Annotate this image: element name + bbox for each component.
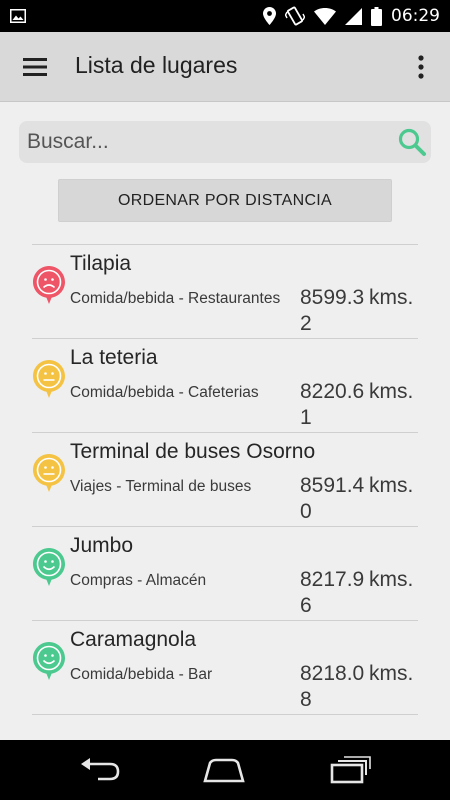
place-distance: 8218.08 (300, 662, 365, 711)
place-name: Terminal de buses Osorno (70, 440, 316, 463)
sort-by-distance-button[interactable]: ORDENAR POR DISTANCIA (58, 179, 392, 222)
hamburger-menu-icon[interactable] (22, 54, 48, 80)
place-row[interactable]: La teteria Comida/bebida - Cafeterias 82… (32, 339, 418, 433)
place-distance: 8591.40 (300, 474, 365, 523)
place-category: Comida/bebida - Cafeterias (70, 384, 259, 401)
page-title: Lista de lugares (75, 52, 238, 78)
vibrate-icon (285, 6, 305, 26)
status-bar: 06:29 (0, 0, 450, 32)
place-row[interactable]: Terminal de buses Osorno Viajes - Termin… (32, 433, 418, 527)
place-category: Compras - Almacén (70, 572, 207, 589)
distance-unit: kms. (369, 474, 414, 497)
location-icon (263, 7, 276, 25)
distance-unit: kms. (369, 662, 414, 685)
search-input[interactable] (19, 121, 389, 163)
place-distance: 8599.32 (300, 286, 365, 335)
place-category: Comida/bebida - Restaurantes (70, 290, 281, 307)
place-row[interactable]: Caramagnola Comida/bebida - Bar 8218.08 … (32, 621, 418, 715)
image-notification-icon (10, 9, 26, 23)
places-list[interactable]: Tilapia Comida/bebida - Restaurantes 859… (32, 244, 418, 740)
distance-unit: kms. (369, 380, 414, 403)
neutral-face-pin-icon (33, 360, 65, 398)
place-row[interactable]: Tilapia Comida/bebida - Restaurantes 859… (32, 245, 418, 339)
place-distance: 8217.96 (300, 568, 365, 617)
place-name: Caramagnola (70, 628, 197, 651)
happy-face-pin-icon (33, 548, 65, 586)
navigation-bar (0, 740, 450, 800)
sad-face-pin-icon (33, 266, 65, 304)
distance-unit: kms. (369, 286, 414, 309)
app-bar: Lista de lugares (0, 32, 450, 102)
distance-unit: kms. (369, 568, 414, 591)
back-icon[interactable] (78, 755, 122, 785)
place-name: La teteria (70, 346, 158, 369)
place-name: Jumbo (70, 534, 134, 557)
battery-icon (371, 6, 382, 26)
search-bar (19, 121, 431, 163)
neutral-face-pin-icon (33, 454, 65, 492)
home-icon[interactable] (202, 755, 246, 785)
place-distance: 8220.61 (300, 380, 365, 429)
place-category: Viajes - Terminal de buses (70, 478, 252, 495)
recent-apps-icon[interactable] (328, 755, 372, 785)
more-vert-icon[interactable] (416, 54, 426, 80)
place-row[interactable]: Jumbo Compras - Almacén 8217.96 kms. (32, 527, 418, 621)
place-category: Comida/bebida - Bar (70, 666, 213, 683)
clock: 06:29 (391, 6, 440, 26)
place-name: Tilapia (70, 252, 132, 275)
happy-face-pin-icon (33, 642, 65, 680)
signal-icon (345, 7, 362, 25)
search-icon[interactable] (397, 127, 427, 157)
wifi-icon (314, 7, 336, 25)
